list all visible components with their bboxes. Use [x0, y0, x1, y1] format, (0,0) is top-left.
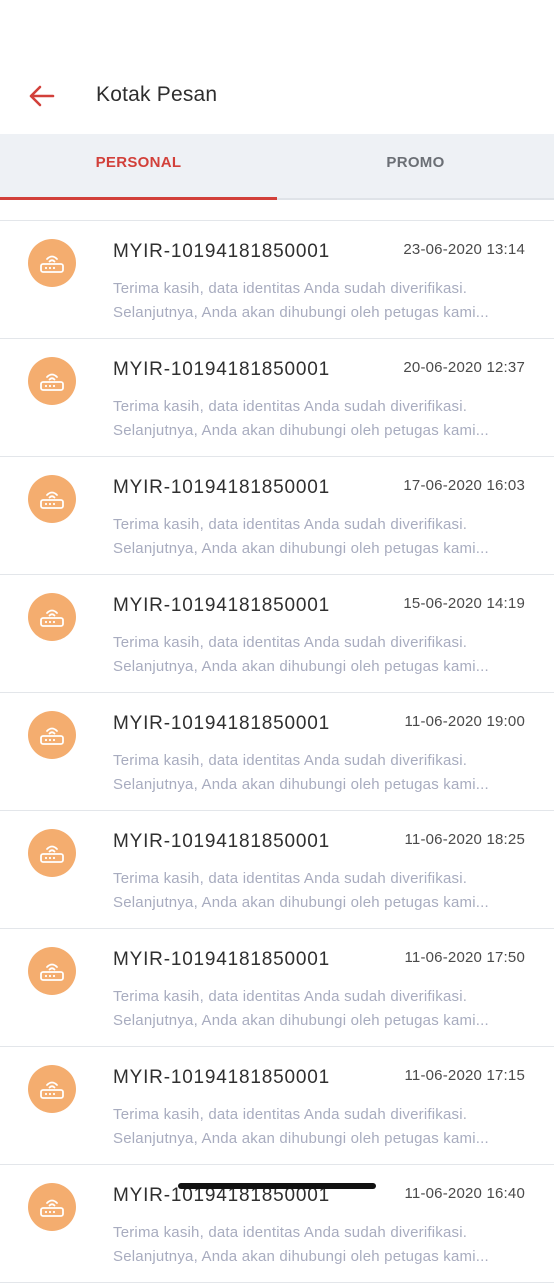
message-item[interactable]: MYIR-10194181850001 11-06-2020 17:15 Terim… [0, 1047, 554, 1165]
message-title: MYIR-10194181850001 [113, 241, 330, 262]
message-item[interactable]: MYIR-10194181850001 20-06-2020 12:37 Terim… [0, 339, 554, 457]
message-title: MYIR-10194181850001 [113, 713, 330, 734]
message-date: 11-06-2020 16:40 [404, 1185, 525, 1202]
message-item[interactable]: MYIR-10194181850001 15-06-2020 14:19 Terim… [0, 575, 554, 693]
message-preview-line: Terima kasih, data identitas Anda sudah … [113, 752, 468, 769]
message-preview-line: Selanjutnya, Anda akan dihubungi oleh pe… [113, 1130, 489, 1147]
tab-promo-label: PROMO [386, 153, 445, 171]
message-preview: Terima kasih, data identitas Anda sudah … [113, 1221, 525, 1269]
back-button[interactable] [22, 78, 62, 114]
message-date: 15-06-2020 14:19 [403, 595, 525, 612]
message-date: 11-06-2020 17:15 [404, 1067, 525, 1084]
message-item[interactable]: MYIR-10194181850001 11-06-2020 19:00 Terim… [0, 693, 554, 811]
message-preview-line: Selanjutnya, Anda akan dihubungi oleh pe… [113, 894, 489, 911]
tab-personal-label: PERSONAL [95, 153, 182, 171]
active-tab-indicator [0, 197, 277, 200]
message-preview: Terima kasih, data identitas Anda sudah … [113, 749, 525, 797]
page-title: Kotak Pesan [96, 83, 218, 106]
tab-promo[interactable]: PROMO [277, 134, 554, 198]
message-preview-line: Selanjutnya, Anda akan dihubungi oleh pe… [113, 422, 489, 439]
router-icon [28, 357, 76, 405]
router-icon [28, 239, 76, 287]
home-indicator [178, 1183, 376, 1189]
message-preview: Terima kasih, data identitas Anda sudah … [113, 277, 525, 325]
tab-personal[interactable]: PERSONAL [0, 134, 277, 200]
message-date: 11-06-2020 19:00 [404, 713, 525, 730]
message-preview-line: Selanjutnya, Anda akan dihubungi oleh pe… [113, 658, 489, 675]
message-date: 20-06-2020 12:37 [403, 359, 525, 376]
message-title: MYIR-10194181850001 [113, 477, 330, 498]
message-item[interactable]: MYIR-10194181850001 11-06-2020 18:25 Terim… [0, 811, 554, 929]
message-preview-line: Selanjutnya, Anda akan dihubungi oleh pe… [113, 304, 489, 321]
message-date: 11-06-2020 18:25 [404, 831, 525, 848]
message-item[interactable]: MYIR-10194181850001 17-06-2020 16:03 Terim… [0, 457, 554, 575]
router-icon [28, 947, 76, 995]
message-preview: Terima kasih, data identitas Anda sudah … [113, 1103, 525, 1151]
message-date: 17-06-2020 16:03 [403, 477, 525, 494]
message-preview-line: Terima kasih, data identitas Anda sudah … [113, 870, 468, 887]
message-title: MYIR-10194181850001 [113, 1067, 330, 1088]
message-preview-line: Selanjutnya, Anda akan dihubungi oleh pe… [113, 1248, 489, 1265]
message-preview: Terima kasih, data identitas Anda sudah … [113, 985, 525, 1033]
message-preview-line: Terima kasih, data identitas Anda sudah … [113, 988, 468, 1005]
arrow-left-icon [29, 85, 55, 107]
message-title: MYIR-10194181850001 [113, 359, 330, 380]
tab-bar: PERSONAL PROMO [0, 134, 554, 200]
message-preview-line: Terima kasih, data identitas Anda sudah … [113, 1224, 468, 1241]
message-preview-line: Selanjutnya, Anda akan dihubungi oleh pe… [113, 540, 489, 557]
message-list: MYIR-10194181850001 23-06-2020 13:14 Terim… [0, 220, 554, 1283]
router-icon [28, 475, 76, 523]
message-date: 11-06-2020 17:50 [404, 949, 525, 966]
message-item[interactable]: MYIR-10194181850001 11-06-2020 17:50 Terim… [0, 929, 554, 1047]
router-icon [28, 593, 76, 641]
message-preview-line: Selanjutnya, Anda akan dihubungi oleh pe… [113, 1012, 489, 1029]
message-preview: Terima kasih, data identitas Anda sudah … [113, 395, 525, 443]
app-header: Kotak Pesan [0, 0, 554, 134]
router-icon [28, 1183, 76, 1231]
message-preview: Terima kasih, data identitas Anda sudah … [113, 513, 525, 561]
message-preview-line: Selanjutnya, Anda akan dihubungi oleh pe… [113, 776, 489, 793]
message-preview-line: Terima kasih, data identitas Anda sudah … [113, 634, 468, 651]
router-icon [28, 829, 76, 877]
router-icon [28, 711, 76, 759]
message-date: 23-06-2020 13:14 [403, 241, 525, 258]
message-title: MYIR-10194181850001 [113, 831, 330, 852]
message-preview-line: Terima kasih, data identitas Anda sudah … [113, 280, 468, 297]
message-title: MYIR-10194181850001 [113, 949, 330, 970]
router-icon [28, 1065, 76, 1113]
message-preview-line: Terima kasih, data identitas Anda sudah … [113, 1106, 468, 1123]
message-item[interactable]: MYIR-10194181850001 23-06-2020 13:14 Terim… [0, 221, 554, 339]
message-preview-line: Terima kasih, data identitas Anda sudah … [113, 516, 468, 533]
message-title: MYIR-10194181850001 [113, 595, 330, 616]
message-preview-line: Terima kasih, data identitas Anda sudah … [113, 398, 468, 415]
message-preview: Terima kasih, data identitas Anda sudah … [113, 631, 525, 679]
message-preview: Terima kasih, data identitas Anda sudah … [113, 867, 525, 915]
